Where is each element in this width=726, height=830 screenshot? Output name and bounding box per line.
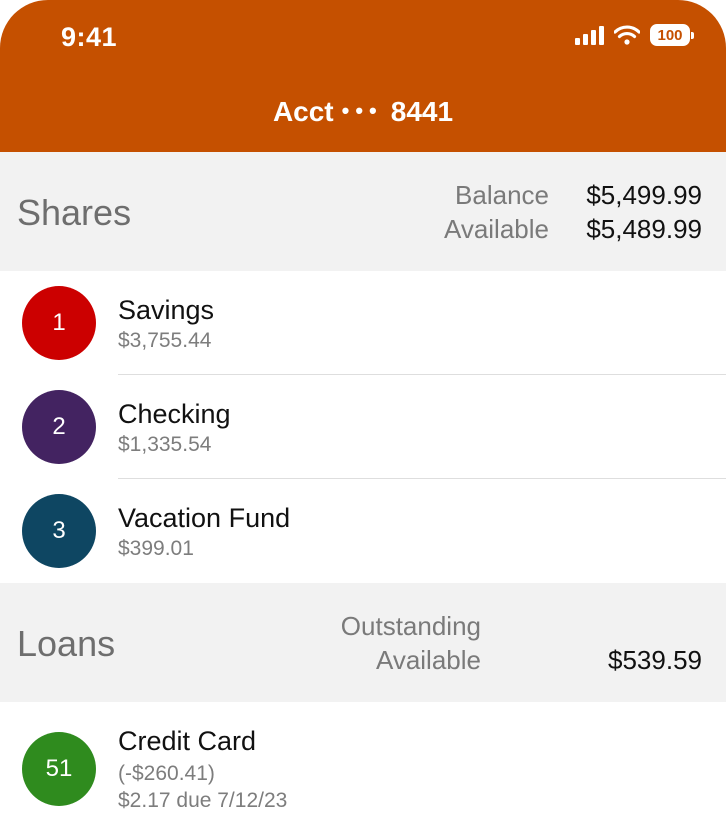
loans-available-label: Available xyxy=(375,645,481,675)
share-amount: $3,755.44 xyxy=(118,329,212,352)
shares-balance-value: $5,499.99 xyxy=(586,180,702,210)
share-name: Checking xyxy=(118,399,231,429)
loan-due: $2.17 due 7/12/23 xyxy=(118,789,288,812)
loans-available-value: $539.59 xyxy=(608,645,702,675)
share-badge: 3 xyxy=(22,494,96,568)
share-amount: $1,335.54 xyxy=(118,433,212,456)
share-amount: $399.01 xyxy=(118,537,194,560)
cellular-signal-icon xyxy=(575,25,604,45)
loans-section-header: Loans Outstanding Available $539.59 xyxy=(0,583,726,702)
loans-outstanding-label: Outstanding xyxy=(340,611,481,641)
shares-available-label: Available xyxy=(443,214,549,244)
share-row-checking[interactable]: 2 Checking $1,335.54 xyxy=(0,375,726,479)
account-number: 8441 xyxy=(390,96,454,127)
app-header: 9:41 100 Acct ••• 8441 xyxy=(0,0,726,152)
status-time: 9:41 xyxy=(61,22,118,52)
status-icons: 100 xyxy=(575,24,694,46)
battery-icon: 100 xyxy=(650,24,694,46)
shares-title: Shares xyxy=(17,192,132,233)
loan-row-credit-card[interactable]: 51 Credit Card (-$260.41) $2.17 due 7/12… xyxy=(0,702,726,830)
wifi-icon xyxy=(614,25,640,45)
shares-balance-label: Balance xyxy=(455,180,549,210)
share-name: Vacation Fund xyxy=(118,503,291,533)
share-row-savings[interactable]: 1 Savings $3,755.44 xyxy=(0,271,726,375)
shares-available-value: $5,489.99 xyxy=(586,214,702,244)
share-badge: 1 xyxy=(22,286,96,360)
share-row-vacation-fund[interactable]: 3 Vacation Fund $399.01 xyxy=(0,479,726,583)
loans-title: Loans xyxy=(17,623,116,664)
loan-name: Credit Card xyxy=(118,726,257,756)
shares-section-header: Shares Balance $5,499.99 Available $5,48… xyxy=(0,152,726,271)
share-name: Savings xyxy=(118,295,215,325)
account-title: Acct ••• 8441 xyxy=(0,96,726,128)
account-mask-dots: ••• xyxy=(341,98,383,123)
account-prefix: Acct xyxy=(272,96,334,127)
loan-balance: (-$260.41) xyxy=(118,762,215,785)
share-badge: 2 xyxy=(22,390,96,464)
loan-badge: 51 xyxy=(22,732,96,806)
phone-screen: 9:41 100 Acct ••• 8441 Shares Balance $5,4… xyxy=(0,0,726,830)
